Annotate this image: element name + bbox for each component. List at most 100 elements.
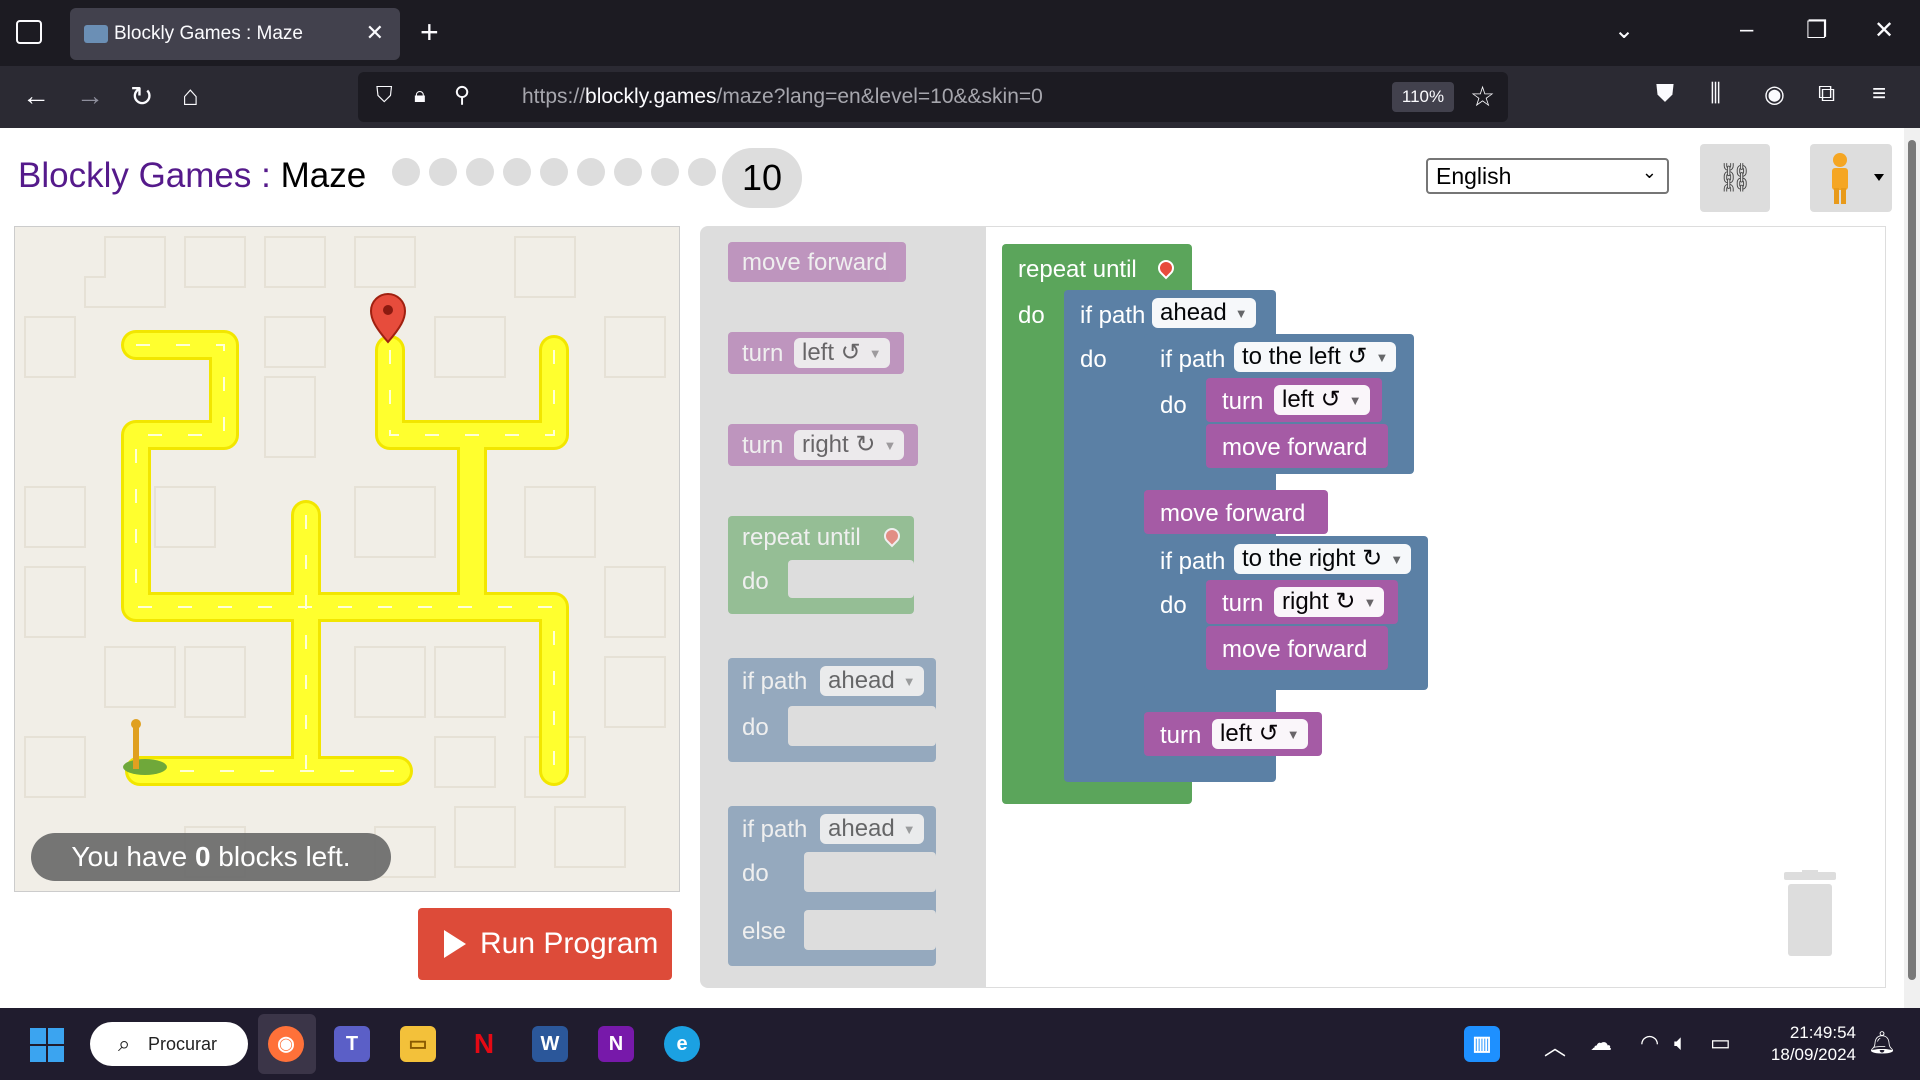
level-dot-7[interactable] — [614, 158, 642, 186]
maze-map — [24, 236, 666, 878]
toolbox-turn-left-block[interactable]: turn left ↺ ▼ — [728, 332, 904, 374]
path-dropdown[interactable]: ahead ▼ — [820, 666, 924, 696]
level-dot-9[interactable] — [688, 158, 716, 186]
link-button[interactable]: ⛓ — [1700, 144, 1770, 212]
direction-dropdown[interactable]: left ↺ ▼ — [1274, 385, 1370, 415]
pegman-button[interactable] — [1810, 144, 1892, 212]
page: Blockly Games : Maze 10 English ⌄ ⛓ You … — [0, 128, 1904, 1008]
tab-list-icon[interactable] — [16, 20, 42, 44]
windows-start-icon[interactable] — [30, 1028, 64, 1062]
path-dropdown[interactable]: to the left ↺ ▼ — [1234, 342, 1397, 372]
else-label: else — [1080, 850, 1125, 877]
blocks-toolbox: move forward turn left ↺ ▼ turn right ↻ ▼ … — [700, 226, 986, 988]
level-dot-4[interactable] — [503, 158, 531, 186]
move-forward-block[interactable]: move forward — [1206, 626, 1388, 670]
netflix-icon[interactable]: N — [466, 1026, 502, 1062]
level-dot-8[interactable] — [651, 158, 679, 186]
library-icon[interactable]: ⫼ — [1710, 80, 1721, 108]
notifications-bell-icon[interactable]: 🔔︎ — [1868, 1030, 1896, 1056]
blocks-left-notice: You have 0 blocks left. — [31, 833, 391, 881]
dropdown-arrow-icon: ▼ — [1286, 726, 1300, 742]
level-dot-3[interactable] — [466, 158, 494, 186]
bookmark-star-icon[interactable]: ☆ — [1470, 80, 1495, 113]
link-icon: ⛓ — [1717, 162, 1753, 193]
address-bar[interactable]: ⛉ 🔒︎ ⚲ https://blockly.games/maze?lang=e… — [358, 72, 1508, 122]
zoom-indicator[interactable]: 110% — [1392, 82, 1454, 112]
dropdown-arrow-icon: ▼ — [1390, 551, 1404, 567]
run-program-button[interactable]: Run Program — [418, 908, 672, 980]
direction-dropdown[interactable]: left ↺ ▼ — [1212, 719, 1308, 749]
goal-marker-icon — [369, 293, 407, 344]
app-title-link[interactable]: Blockly Games — [18, 156, 251, 195]
path-dropdown[interactable]: to the right ↻ ▼ — [1234, 544, 1412, 574]
menu-icon[interactable]: ≡ — [1872, 80, 1886, 108]
show-hidden-icons-chevron-icon[interactable]: ︿ — [1544, 1030, 1566, 1062]
close-tab-icon[interactable]: ✕ — [366, 20, 384, 46]
direction-dropdown[interactable]: right ↻ ▼ — [794, 430, 905, 460]
toolbox-repeat-until-block[interactable]: repeat until do — [728, 516, 914, 614]
move-forward-block[interactable]: move forward — [1206, 424, 1388, 468]
language-select[interactable]: English ⌄ — [1426, 158, 1669, 194]
toolbox-if-path-block[interactable]: if path ahead ▼ do — [728, 658, 936, 762]
page-scrollbar[interactable] — [1904, 128, 1920, 1008]
navigation-bar: ← → ↻ ⌂ ⛉ 🔒︎ ⚲ https://blockly.games/maz… — [0, 66, 1920, 128]
account-icon[interactable]: ◉ — [1764, 80, 1785, 109]
search-icon: ⌕ — [118, 1031, 131, 1056]
taskbar-search[interactable]: ⌕ Procurar — [90, 1022, 248, 1066]
permissions-icon[interactable]: ⚲ — [454, 82, 470, 108]
path-dropdown[interactable]: ahead ▼ — [820, 814, 924, 844]
forward-icon[interactable]: → — [76, 80, 104, 112]
direction-dropdown[interactable]: right ↻ ▼ — [1274, 587, 1385, 617]
new-tab-button[interactable]: + — [420, 14, 439, 51]
browser-tab[interactable]: Blockly Games : Maze ✕ — [70, 8, 400, 60]
toolbox-if-path-else-block[interactable]: if path ahead ▼ do else — [728, 806, 936, 966]
lock-icon[interactable]: 🔒︎ — [414, 82, 426, 108]
restore-icon[interactable]: ❐ — [1806, 16, 1828, 45]
dropdown-arrow-icon: ▼ — [1363, 594, 1377, 610]
edge-icon[interactable]: e — [664, 1026, 700, 1062]
list-all-tabs-icon[interactable]: ⌄ — [1614, 16, 1634, 45]
dropdown-arrow-icon: ▼ — [902, 821, 916, 837]
teams-icon[interactable]: T — [334, 1026, 370, 1062]
page-title: Blockly Games : Maze — [18, 156, 367, 195]
battery-icon[interactable]: ▭ — [1710, 1030, 1731, 1056]
onedrive-icon[interactable]: ☁ — [1590, 1030, 1612, 1056]
favicon-icon — [84, 25, 108, 43]
toolbox-turn-right-block[interactable]: turn right ↻ ▼ — [728, 424, 918, 466]
direction-dropdown[interactable]: left ↺ ▼ — [794, 338, 890, 368]
reload-icon[interactable]: ↻ — [130, 80, 153, 113]
current-level: 10 — [722, 148, 802, 208]
turn-left-block[interactable]: turn left ↺ ▼ — [1206, 378, 1382, 422]
level-dot-1[interactable] — [392, 158, 420, 186]
minimize-icon[interactable]: – — [1740, 16, 1753, 44]
widgets-icon[interactable]: ▥ — [1464, 1026, 1500, 1062]
level-dot-5[interactable] — [540, 158, 568, 186]
extensions-icon[interactable]: ⧉ — [1818, 80, 1835, 108]
pocket-icon[interactable]: ⛊ — [1656, 80, 1674, 108]
volume-icon[interactable]: 🔈︎ — [1674, 1030, 1687, 1056]
window-close-icon[interactable]: ✕ — [1874, 16, 1894, 45]
path-dropdown[interactable]: ahead ▼ — [1152, 298, 1256, 328]
tracking-shield-icon[interactable]: ⛉ — [376, 82, 393, 108]
level-dot-6[interactable] — [577, 158, 605, 186]
url-text[interactable]: https://blockly.games/maze?lang=en&level… — [522, 85, 1043, 109]
trash-icon[interactable] — [1780, 870, 1840, 960]
word-icon[interactable]: W — [532, 1026, 568, 1062]
dropdown-arrow-icon: ▼ — [868, 345, 882, 361]
move-forward-block[interactable]: move forward — [1144, 490, 1328, 534]
home-icon[interactable]: ⌂ — [182, 80, 199, 112]
file-explorer-icon[interactable]: ▭ — [400, 1026, 436, 1062]
wifi-icon[interactable]: ◠ — [1640, 1030, 1659, 1056]
clock[interactable]: 21:49:54 18/09/2024 — [1762, 1022, 1856, 1066]
onenote-icon[interactable]: N — [598, 1026, 634, 1062]
chevron-down-icon: ⌄ — [1641, 162, 1657, 182]
toolbox-move-forward-block[interactable]: move forward — [728, 242, 906, 282]
back-icon[interactable]: ← — [22, 80, 50, 112]
level-dot-2[interactable] — [429, 158, 457, 186]
dropdown-arrow-icon: ▼ — [1375, 349, 1389, 365]
firefox-icon[interactable]: ◉ — [268, 1026, 304, 1062]
turn-right-block[interactable]: turn right ↻ ▼ — [1206, 580, 1398, 624]
goal-marker-icon — [880, 524, 904, 548]
turn-left-block[interactable]: turn left ↺ ▼ — [1144, 712, 1322, 756]
dropdown-arrow-icon: ▼ — [902, 673, 916, 689]
